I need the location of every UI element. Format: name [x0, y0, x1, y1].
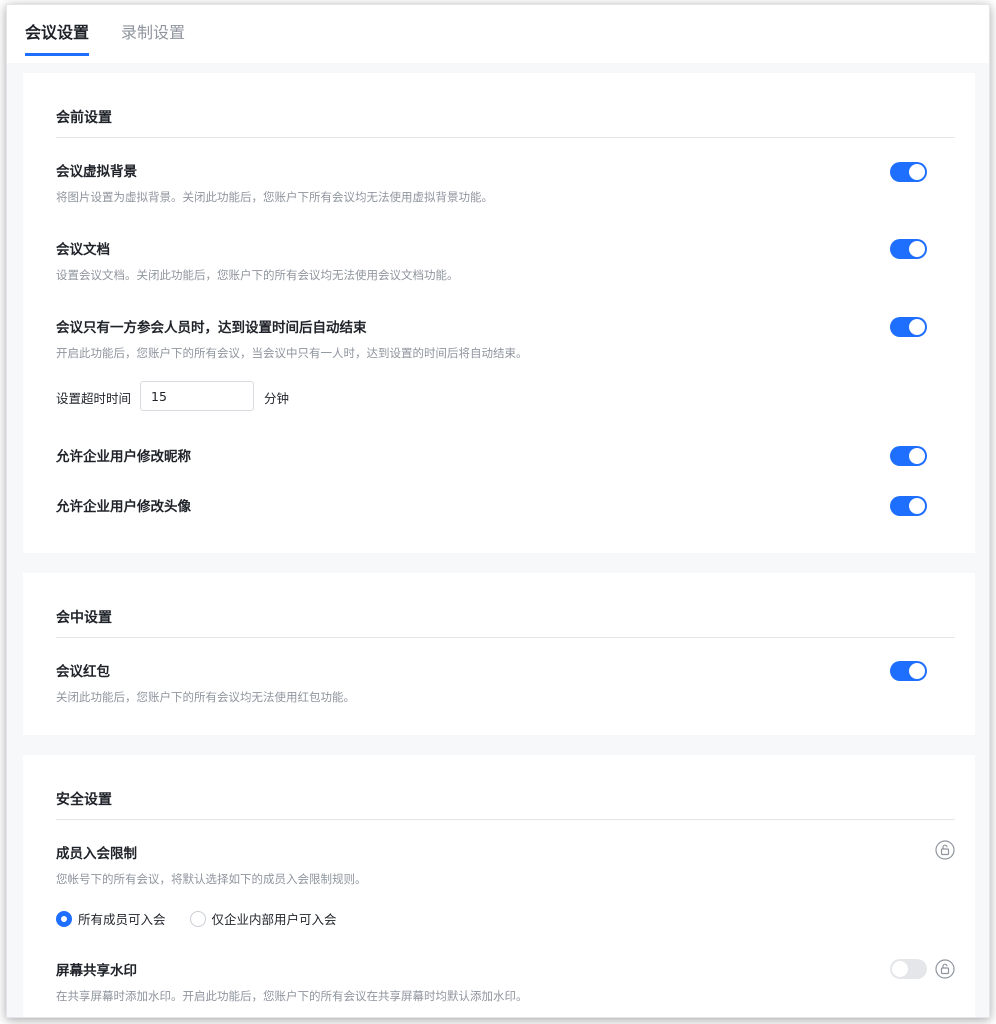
virtual-bg-desc: 将图片设置为虚拟背景。关闭此功能后，您账户下所有会议均无法使用虚拟背景功能。 [56, 190, 493, 204]
nickname-title: 允许企业用户修改昵称 [56, 449, 191, 465]
settings-window: 会议设置 录制设置 会前设置 会议虚拟背景 将图片设置为虚拟背景。关闭此功能后，… [6, 4, 990, 1018]
auto-end-desc: 开启此功能后，您账户下的所有会议，当会议中只有一人时，达到设置的时间后将自动结束… [56, 346, 528, 360]
pre-meeting-card: 会前设置 会议虚拟背景 将图片设置为虚拟背景。关闭此功能后，您账户下所有会议均无… [23, 73, 975, 553]
tab-meeting-settings[interactable]: 会议设置 [25, 19, 90, 56]
auto-end-toggle[interactable] [890, 317, 927, 337]
radio-dot [189, 910, 206, 927]
lock-icon[interactable] [935, 959, 955, 979]
divider [56, 819, 955, 820]
timeout-label: 设置超时时间 [56, 391, 132, 406]
radio-dot [56, 910, 72, 927]
divider [56, 637, 955, 638]
auto-end-title: 会议只有一方参会人员时，达到设置时间后自动结束 [56, 320, 367, 336]
avatar-toggle[interactable] [890, 496, 927, 516]
watermark-toggle[interactable] [890, 959, 927, 979]
toggle-knob [909, 498, 925, 514]
tab-bar: 会议设置 录制设置 [7, 5, 989, 63]
section-title-security: 安全设置 [56, 792, 112, 808]
security-card: 安全设置 成员入会限制 您帐号下的所有会议，将默认选择如下的成员入会限制规则。 … [23, 755, 975, 1017]
radio-all-members[interactable]: 所有成员可入会 [56, 909, 166, 928]
toggle-knob [909, 319, 925, 335]
toggle-knob [909, 241, 925, 257]
section-title-in-meeting: 会中设置 [56, 610, 112, 626]
virtual-bg-title: 会议虚拟背景 [56, 164, 137, 180]
timeout-input[interactable] [140, 381, 254, 411]
timeout-unit: 分钟 [264, 391, 290, 406]
red-packet-title: 会议红包 [56, 664, 110, 680]
documents-desc: 设置会议文档。关闭此功能后，您账户下的所有会议均无法使用会议文档功能。 [56, 268, 459, 282]
toggle-knob [909, 448, 925, 464]
lock-icon[interactable] [935, 840, 955, 860]
toggle-knob [892, 961, 908, 977]
join-limit-title: 成员入会限制 [56, 846, 137, 862]
divider [56, 137, 955, 138]
section-title-pre-meeting: 会前设置 [56, 110, 112, 126]
avatar-title: 允许企业用户修改头像 [56, 499, 191, 515]
tab-recording-settings[interactable]: 录制设置 [121, 19, 185, 53]
join-limit-desc: 您帐号下的所有会议，将默认选择如下的成员入会限制规则。 [56, 872, 367, 886]
in-meeting-card: 会中设置 会议红包 关闭此功能后，您账户下的所有会议均无法使用红包功能。 [23, 573, 975, 735]
documents-toggle[interactable] [890, 239, 927, 259]
radio-label: 仅企业内部用户可入会 [211, 912, 337, 927]
red-packet-desc: 关闭此功能后，您账户下的所有会议均无法使用红包功能。 [56, 690, 355, 704]
virtual-bg-toggle[interactable] [890, 162, 927, 182]
nickname-toggle[interactable] [890, 446, 927, 466]
radio-label: 所有成员可入会 [78, 912, 166, 927]
watermark-desc: 在共享屏幕时添加水印。开启此功能后，您账户下的所有会议在共享屏幕时均默认添加水印… [56, 989, 528, 1003]
radio-internal-only[interactable]: 仅企业内部用户可入会 [189, 909, 337, 928]
watermark-title: 屏幕共享水印 [56, 963, 137, 979]
join-limit-radio-group: 所有成员可入会 仅企业内部用户可入会 [56, 909, 361, 928]
toggle-knob [909, 164, 925, 180]
documents-title: 会议文档 [56, 242, 110, 258]
red-packet-toggle[interactable] [890, 661, 927, 681]
toggle-knob [909, 663, 925, 679]
